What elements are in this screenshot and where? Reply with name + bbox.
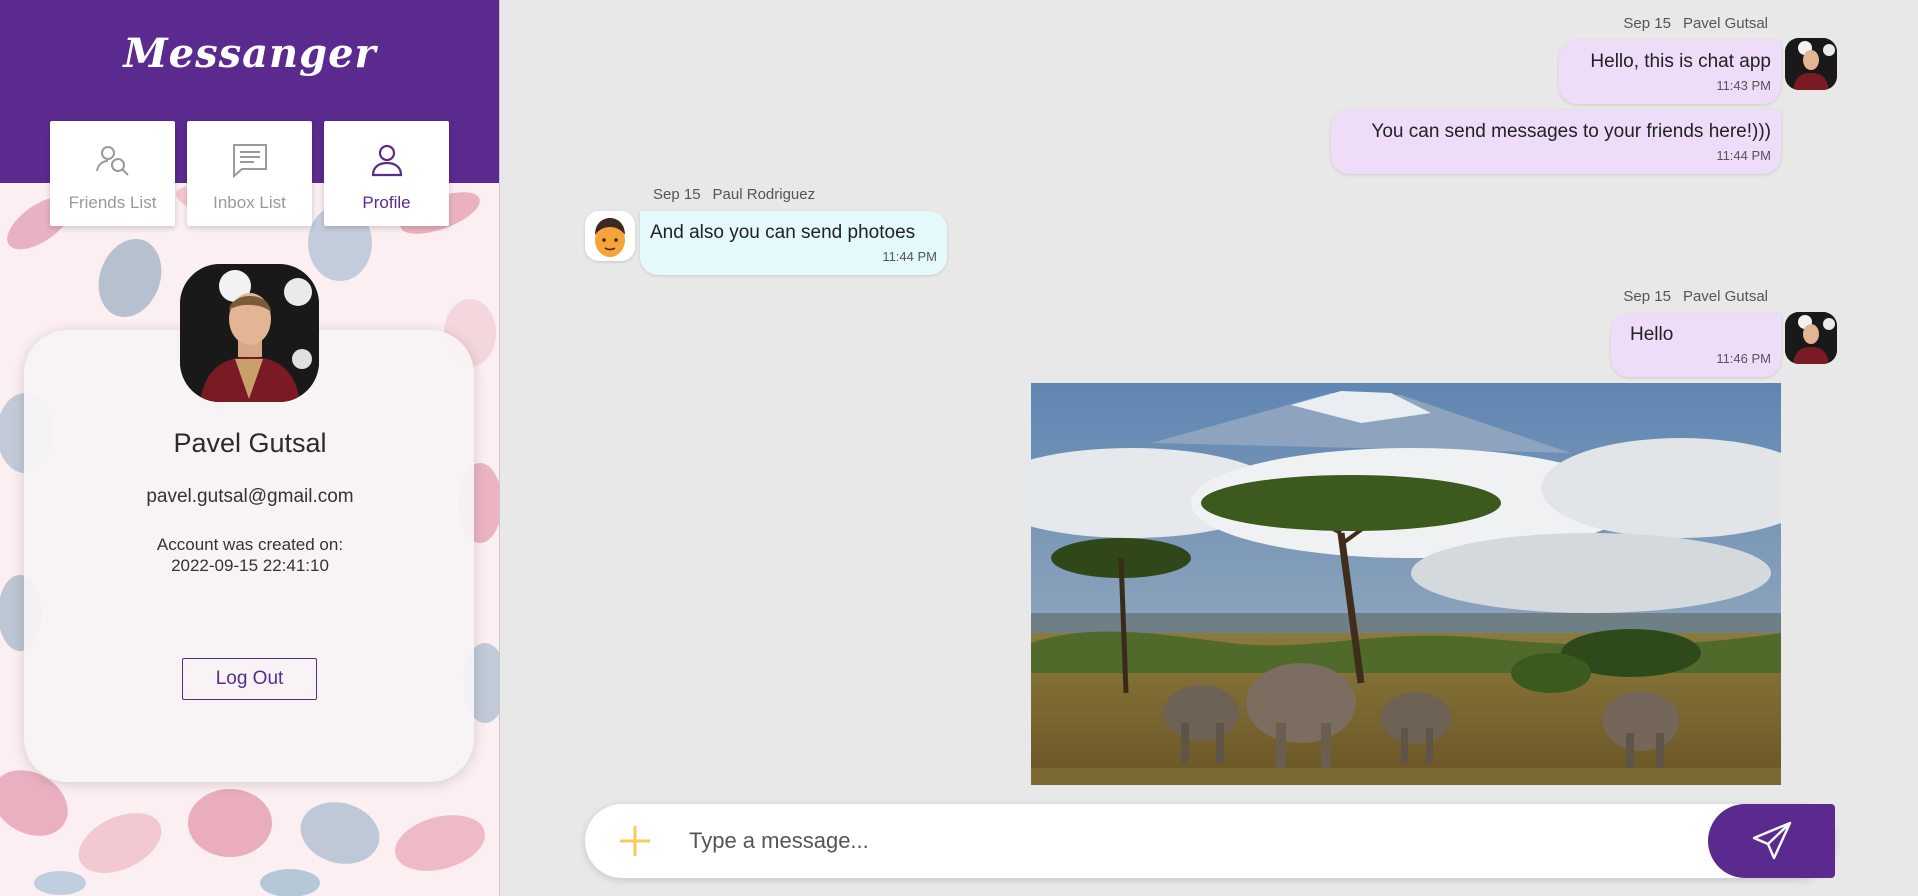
message-bubble: Hello 11:46 PM <box>1611 313 1781 377</box>
tab-label: Friends List <box>68 193 157 212</box>
tab-label: Inbox List <box>213 193 286 212</box>
message-photo[interactable] <box>1031 383 1781 785</box>
user-icon <box>371 144 402 177</box>
tab-inbox-list[interactable]: Inbox List <box>187 121 312 226</box>
message-icon <box>232 144 267 179</box>
sender-avatar[interactable] <box>1785 38 1837 90</box>
chat-panel: Sep 15 Pavel Gutsal Hello, this is chat a… <box>501 0 1918 896</box>
profile-name: Pavel Gutsal <box>173 428 327 458</box>
message-bubble: You can send messages to your friends he… <box>1331 110 1781 174</box>
send-button[interactable] <box>1708 804 1835 878</box>
sender-avatar[interactable] <box>585 211 635 261</box>
created-label: Account was created on: <box>156 535 344 554</box>
message-sender: Paul Rodriguez <box>712 186 816 203</box>
message-text: Hello <box>1630 324 1674 345</box>
message-bubble: Hello, this is chat app 11:43 PM <box>1559 40 1781 104</box>
tab-label: Profile <box>362 193 411 212</box>
message-date: Sep 15 <box>1623 288 1671 305</box>
message-meta: Sep 15 Pavel Gutsal <box>1623 288 1768 305</box>
message-composer <box>585 804 1835 878</box>
sender-avatar[interactable] <box>1785 312 1837 364</box>
friends-search-icon <box>95 146 129 176</box>
message-text: You can send messages to your friends he… <box>1371 121 1771 142</box>
message-time: 11:46 PM <box>1716 351 1771 366</box>
message-meta: Sep 15 Paul Rodriguez <box>653 186 815 203</box>
message-text: And also you can send photoes <box>650 222 916 243</box>
message-text: Hello, this is chat app <box>1590 51 1771 72</box>
tab-friends-list[interactable]: Friends List <box>50 121 175 226</box>
message-input[interactable] <box>689 820 1689 862</box>
message-time: 11:44 PM <box>882 249 937 264</box>
message-sender: Pavel Gutsal <box>1682 15 1768 32</box>
profile-email: pavel.gutsal@gmail.com <box>146 486 354 507</box>
message-bubble: And also you can send photoes 11:44 PM <box>640 211 947 275</box>
add-attachment-button[interactable] <box>617 823 653 859</box>
message-date: Sep 15 <box>653 186 701 203</box>
message-time: 11:43 PM <box>1716 78 1771 93</box>
plus-icon <box>620 826 650 856</box>
tab-profile[interactable]: Profile <box>324 121 449 226</box>
sidebar-tabs: Friends List Inbox List Profile <box>50 121 449 226</box>
message-sender: Pavel Gutsal <box>1682 288 1768 305</box>
profile-avatar <box>180 264 319 402</box>
logout-button[interactable]: Log Out <box>182 658 317 700</box>
app-logo: Messanger <box>123 30 377 77</box>
message-time: 11:44 PM <box>1716 148 1771 163</box>
message-date: Sep 15 <box>1623 15 1671 32</box>
created-value: 2022-09-15 22:41:10 <box>171 556 329 575</box>
profile-created: Account was created on: 2022-09-15 22:41… <box>0 534 499 576</box>
message-meta: Sep 15 Pavel Gutsal <box>1623 15 1768 32</box>
sidebar: Messanger Friends List Inbox List Profil… <box>0 0 500 896</box>
send-icon <box>1752 821 1791 860</box>
